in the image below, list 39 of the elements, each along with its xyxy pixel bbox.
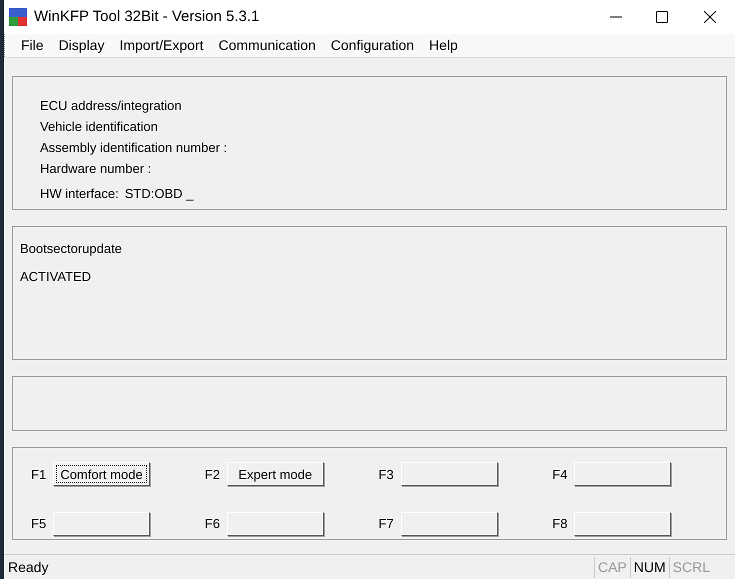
status-indicator: NUM bbox=[630, 556, 669, 578]
menu-item[interactable]: Display bbox=[52, 35, 110, 56]
function-key-label: F4 bbox=[552, 466, 568, 484]
function-button[interactable] bbox=[574, 462, 672, 486]
function-button[interactable] bbox=[226, 512, 324, 536]
function-key-label: F6 bbox=[204, 515, 221, 533]
menu-item[interactable]: Communication bbox=[212, 35, 322, 56]
function-key-label: F8 bbox=[552, 515, 568, 533]
menu-item[interactable]: Help bbox=[423, 35, 464, 56]
hw-interface-label: HW interface: bbox=[40, 185, 119, 203]
menu-item[interactable]: Configuration bbox=[324, 35, 420, 56]
function-key-label: F3 bbox=[378, 466, 394, 484]
message-line: ACTIVATED bbox=[20, 268, 92, 286]
info-line: ECU address/integration bbox=[40, 97, 182, 115]
function-button[interactable]: Expert mode bbox=[226, 462, 324, 486]
function-button[interactable]: Comfort mode bbox=[53, 462, 150, 486]
status-indicator: SCRL bbox=[668, 556, 713, 578]
function-key-label: F7 bbox=[378, 515, 394, 533]
maximize-icon bbox=[656, 11, 668, 23]
function-button[interactable] bbox=[574, 512, 672, 536]
info-line: Vehicle identification bbox=[40, 118, 158, 136]
function-button[interactable] bbox=[400, 512, 498, 536]
close-icon bbox=[704, 11, 716, 23]
minimize-icon bbox=[610, 16, 622, 18]
menu-item[interactable]: File bbox=[15, 35, 50, 56]
info-line: Hardware number : bbox=[40, 160, 152, 178]
function-key-label: F5 bbox=[31, 515, 47, 533]
function-key-label: F2 bbox=[204, 466, 221, 484]
function-button[interactable] bbox=[53, 512, 150, 536]
app-icon bbox=[8, 7, 28, 27]
function-key-label: F1 bbox=[31, 466, 47, 484]
hw-interface-value: STD:OBD _ bbox=[124, 185, 194, 203]
status-indicator: CAP bbox=[594, 556, 630, 578]
status-text: Ready bbox=[8, 558, 50, 577]
window-title: WinKFP Tool 32Bit - Version 5.3.1 bbox=[34, 6, 260, 27]
menu-item[interactable]: Import/Export bbox=[113, 35, 210, 56]
message-line: Bootsectorupdate bbox=[20, 240, 122, 258]
function-button[interactable] bbox=[400, 462, 498, 486]
info-line: Assembly identification number : bbox=[40, 139, 228, 157]
